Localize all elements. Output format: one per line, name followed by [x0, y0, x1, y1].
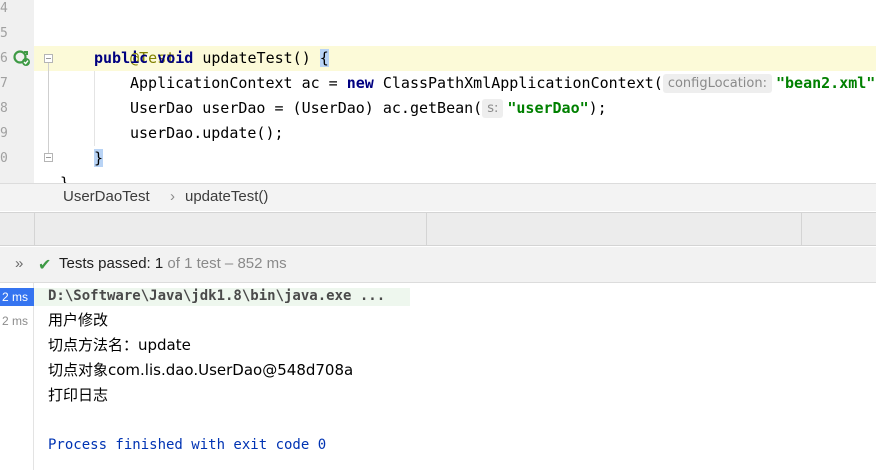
code-line-annotation[interactable]: @Test [60, 21, 876, 67]
code-text: ); [588, 99, 607, 117]
test-time-selected[interactable]: 2 ms [0, 288, 34, 306]
line-number: 6 [0, 51, 8, 66]
code-text: ApplicationContext ac = [130, 74, 347, 92]
test-status-text: Tests passed: 1 of 1 test – 852 ms [59, 255, 287, 272]
code-line-close-brace[interactable]: } [60, 146, 876, 171]
passed-label: Tests passed: [59, 255, 155, 272]
passed-count: 1 [154, 255, 164, 272]
test-detail: of 1 test – 852 ms [163, 255, 287, 272]
line-number: 0 [0, 151, 8, 166]
code-line-method-signature[interactable]: public void updateTest() { [60, 46, 876, 71]
console-output-line: 打印日志 [48, 386, 109, 404]
console-output-line: 切点对象com.lis.dao.UserDao@548d708a [48, 361, 354, 379]
line-number: 4 [0, 1, 8, 16]
breadcrumb-class[interactable]: UserDaoTest [63, 188, 150, 205]
line-number: 5 [0, 26, 8, 41]
check-icon: ✔ [38, 257, 52, 274]
line-number: 7 [0, 76, 8, 91]
console-output-line: 切点方法名：update [48, 336, 191, 354]
line-number: 9 [0, 126, 8, 141]
parameter-hint: s: [482, 99, 504, 118]
code-line-context[interactable]: ApplicationContext ac = new ClassPathXml… [60, 71, 876, 96]
breadcrumb-separator-icon: › [170, 188, 175, 205]
keyword: public [94, 49, 149, 67]
fold-marker-icon[interactable] [44, 153, 53, 162]
toolbar-divider [34, 213, 35, 246]
code-text: ClassPathXmlApplicationContext( [373, 74, 663, 92]
string-literal: "userDao" [507, 99, 589, 117]
fold-marker-icon[interactable] [44, 54, 53, 63]
code-line-update-call[interactable]: userDao.update(); [60, 121, 876, 146]
breadcrumb: UserDaoTest › updateTest() [0, 183, 876, 211]
line-number-gutter: 4 5 6 7 8 9 0 [0, 0, 34, 183]
process-finished-line: Process finished with exit code 0 [48, 437, 327, 453]
code-text: UserDao userDao = (UserDao) ac.getBean( [130, 99, 483, 117]
code-editor[interactable]: 4 5 6 7 8 9 0 @Test public void updateTe… [0, 0, 876, 183]
string-literal: "bean2.xml" [775, 74, 876, 92]
toolbar-divider [801, 213, 802, 246]
method-signature: updateTest() [193, 49, 320, 67]
console-command-line[interactable]: D:\Software\Java\jdk1.8\bin\java.exe ... [48, 284, 385, 309]
open-brace: { [319, 49, 329, 67]
test-time-column: 2 ms 2 ms [0, 283, 34, 470]
code-text: userDao.update(); [130, 124, 284, 142]
breadcrumb-method[interactable]: updateTest() [185, 188, 268, 205]
close-brace: } [94, 149, 104, 167]
run-toolbar [0, 212, 876, 246]
console-output-line: 用户修改 [48, 311, 109, 329]
code-text: } [60, 174, 70, 183]
code-line-get-bean[interactable]: UserDao userDao = (UserDao) ac.getBean(s… [60, 96, 876, 121]
test-status-bar: » ✔ Tests passed: 1 of 1 test – 852 ms [0, 247, 876, 283]
parameter-hint: configLocation: [662, 74, 772, 93]
test-time[interactable]: 2 ms [0, 312, 34, 330]
code-line-outer-brace[interactable]: } [60, 171, 876, 183]
keyword: new [346, 74, 374, 92]
run-test-icon[interactable] [13, 49, 31, 67]
line-number: 8 [0, 101, 8, 116]
fold-guide [48, 63, 49, 153]
toolbar-divider [426, 213, 427, 246]
expand-icon[interactable]: » [15, 255, 23, 272]
keyword: void [157, 49, 194, 67]
